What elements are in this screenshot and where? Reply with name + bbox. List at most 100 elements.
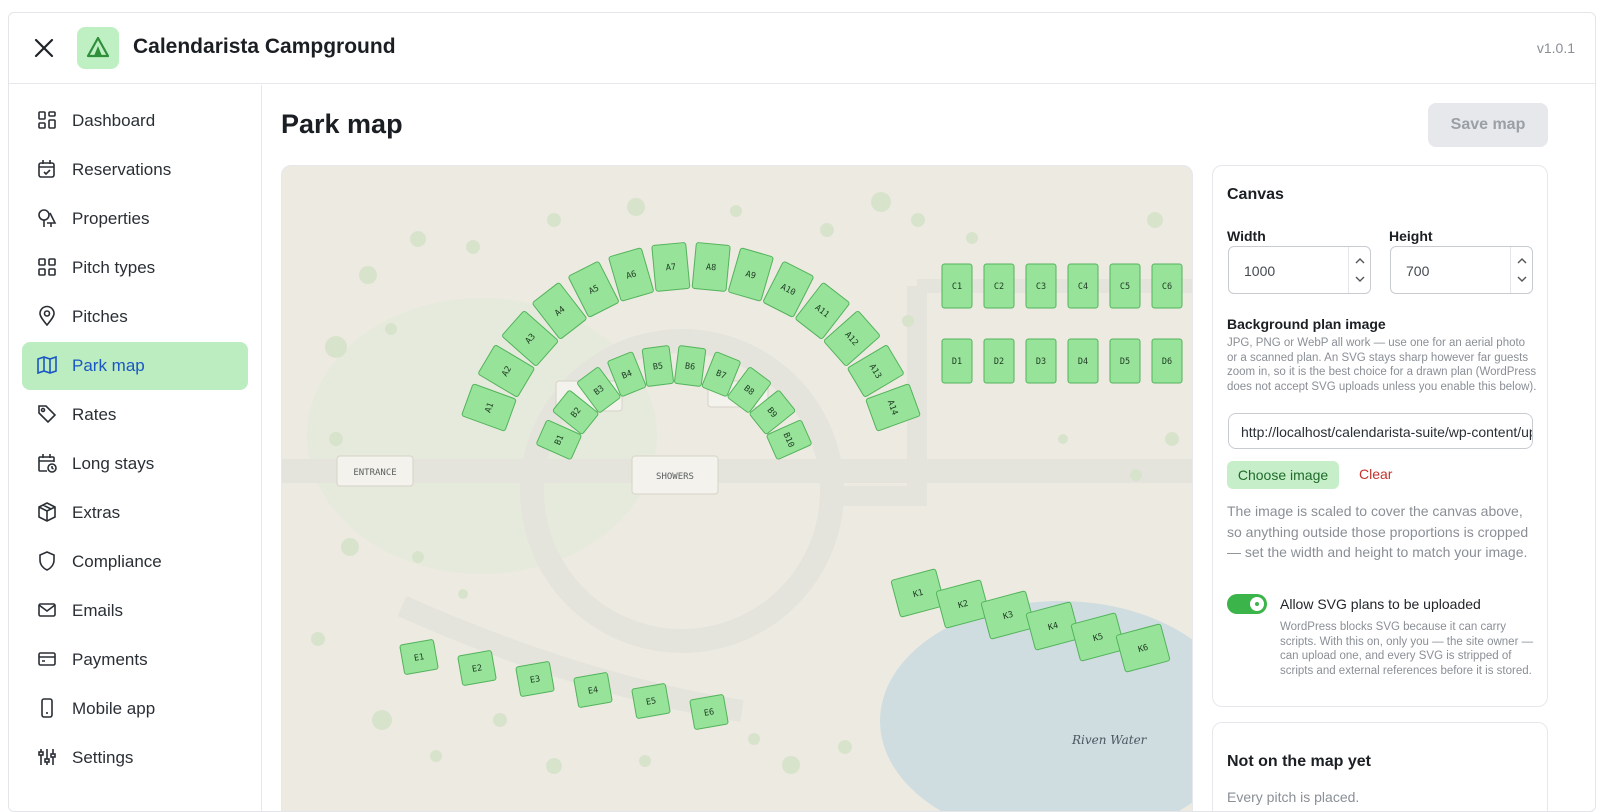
sidebar-item-mobile-app[interactable]: Mobile app <box>22 685 248 733</box>
pitch-c5[interactable]: C5 <box>1109 263 1141 309</box>
water-label: Riven Water <box>1071 733 1148 747</box>
height-label: Height <box>1389 228 1433 244</box>
pitch-b5[interactable]: B5 <box>641 345 674 387</box>
pitch-label: D3 <box>1036 357 1046 367</box>
tree <box>820 223 834 237</box>
pitch-label: E6 <box>703 707 715 719</box>
tree <box>410 231 426 247</box>
pitch-e1[interactable]: E1 <box>399 639 439 675</box>
package-icon <box>36 501 58 523</box>
chevron-up-icon[interactable] <box>1354 256 1366 266</box>
tree <box>911 213 925 227</box>
sidebar-item-payments[interactable]: Payments <box>22 636 248 684</box>
tree <box>838 740 852 754</box>
pitch-e2[interactable]: E2 <box>457 650 497 686</box>
sidebar-item-label: Pitches <box>72 307 128 326</box>
pitch-d6[interactable]: D6 <box>1151 338 1183 384</box>
sidebar-item-emails[interactable]: Emails <box>22 587 248 635</box>
pitch-label: B6 <box>684 361 695 372</box>
pitch-a8[interactable]: A8 <box>691 242 731 292</box>
save-map-button[interactable]: Save map <box>1428 103 1548 147</box>
credit-card-icon <box>36 648 58 670</box>
width-stepper[interactable] <box>1348 247 1370 293</box>
chevron-down-icon[interactable] <box>1516 274 1528 284</box>
svg-toggle-help: WordPress blocks SVG because it can carr… <box>1280 621 1534 677</box>
tree <box>627 198 645 216</box>
sidebar-item-long-stays[interactable]: Long stays <box>22 440 248 488</box>
sidebar-item-reservations[interactable]: Reservations <box>22 146 248 194</box>
chevron-up-icon[interactable] <box>1516 256 1528 266</box>
svg-upload-toggle[interactable] <box>1227 594 1267 614</box>
app-title: Calendarista Campground <box>133 35 396 58</box>
sidebar-item-label: Extras <box>72 503 121 522</box>
sidebar-item-label: Dashboard <box>72 111 156 130</box>
sidebar-item-label: Payments <box>72 650 148 669</box>
tag-icon <box>36 403 58 425</box>
sidebar-item-pitches[interactable]: Pitches <box>22 293 248 341</box>
app-window: Calendarista Campground v1.0.1 Dashboard… <box>8 12 1596 812</box>
version-label: v1.0.1 <box>1536 40 1575 56</box>
top-bar: Calendarista Campground v1.0.1 <box>9 13 1595 84</box>
pitch-label: C1 <box>952 282 962 292</box>
sidebar-item-dashboard[interactable]: Dashboard <box>22 97 248 145</box>
pitch-b6[interactable]: B6 <box>674 345 707 387</box>
sidebar-item-compliance[interactable]: Compliance <box>22 538 248 586</box>
choose-image-button[interactable]: Choose image <box>1227 461 1339 489</box>
sidebar-item-label: Pitch types <box>72 258 156 277</box>
tree <box>871 192 891 212</box>
pitch-d2[interactable]: D2 <box>983 338 1015 384</box>
pitch-label: C6 <box>1162 282 1172 292</box>
sidebar-item-park-map[interactable]: Park map <box>22 342 248 390</box>
pitch-d4[interactable]: D4 <box>1067 338 1099 384</box>
calendar-check-icon <box>36 158 58 180</box>
pitch-label: C3 <box>1036 282 1046 292</box>
pitch-e3[interactable]: E3 <box>515 661 555 697</box>
tree <box>466 240 480 254</box>
sidebar-item-label: Settings <box>72 748 134 767</box>
height-stepper[interactable] <box>1510 247 1532 293</box>
sidebar-item-label: Compliance <box>72 552 162 571</box>
tree <box>902 315 914 327</box>
height-input[interactable]: 700 <box>1390 246 1533 294</box>
app-logo <box>77 27 119 69</box>
unplaced-heading: Not on the map yet <box>1227 753 1372 770</box>
trees-icon <box>36 207 58 229</box>
canvas-heading: Canvas <box>1227 186 1284 203</box>
tree <box>311 632 325 646</box>
close-icon[interactable] <box>31 35 57 61</box>
park-map-svg[interactable]: Riven Water ENTRANCE SHOWERS A1A2A3A4A5A… <box>282 166 1193 812</box>
bg-url-input[interactable]: http://localhost/calendarista-suite/wp-c… <box>1228 413 1533 449</box>
pitch-e6[interactable]: E6 <box>689 694 729 730</box>
pitch-d3[interactable]: D3 <box>1025 338 1057 384</box>
pitch-c4[interactable]: C4 <box>1067 263 1099 309</box>
canvas-panel: Canvas Width 1000 Height 700 Background … <box>1212 165 1548 707</box>
sidebar-item-label: Rates <box>72 405 117 424</box>
width-input[interactable]: 1000 <box>1228 246 1371 294</box>
pitch-d1[interactable]: D1 <box>941 338 973 384</box>
pitch-label: B5 <box>652 361 663 372</box>
chevron-down-icon[interactable] <box>1354 274 1366 284</box>
pitch-e5[interactable]: E5 <box>631 683 671 719</box>
pitch-c2[interactable]: C2 <box>983 263 1015 309</box>
calendar-clock-icon <box>36 452 58 474</box>
tree <box>1147 212 1163 228</box>
tree <box>430 750 442 762</box>
sidebar-item-rates[interactable]: Rates <box>22 391 248 439</box>
sidebar-item-properties[interactable]: Properties <box>22 195 248 243</box>
park-map-canvas[interactable]: Riven Water ENTRANCE SHOWERS A1 A2 A3 A4 A5 A… <box>281 165 1193 812</box>
pitch-c3[interactable]: C3 <box>1025 263 1057 309</box>
pitch-label: E2 <box>471 663 483 675</box>
pitch-e4[interactable]: E4 <box>573 672 613 708</box>
sidebar-item-settings[interactable]: Settings <box>22 734 248 782</box>
pitch-c1[interactable]: C1 <box>941 263 973 309</box>
pitch-a7[interactable]: A7 <box>651 242 691 292</box>
clear-image-button[interactable]: Clear <box>1359 466 1392 482</box>
tree <box>1058 434 1068 444</box>
sliders-icon <box>36 746 58 768</box>
width-value: 1000 <box>1244 263 1276 279</box>
pitch-d5[interactable]: D5 <box>1109 338 1141 384</box>
pitch-c6[interactable]: C6 <box>1151 263 1183 309</box>
pitch-label: C2 <box>994 282 1004 292</box>
sidebar-item-extras[interactable]: Extras <box>22 489 248 537</box>
sidebar-item-pitch-types[interactable]: Pitch types <box>22 244 248 292</box>
